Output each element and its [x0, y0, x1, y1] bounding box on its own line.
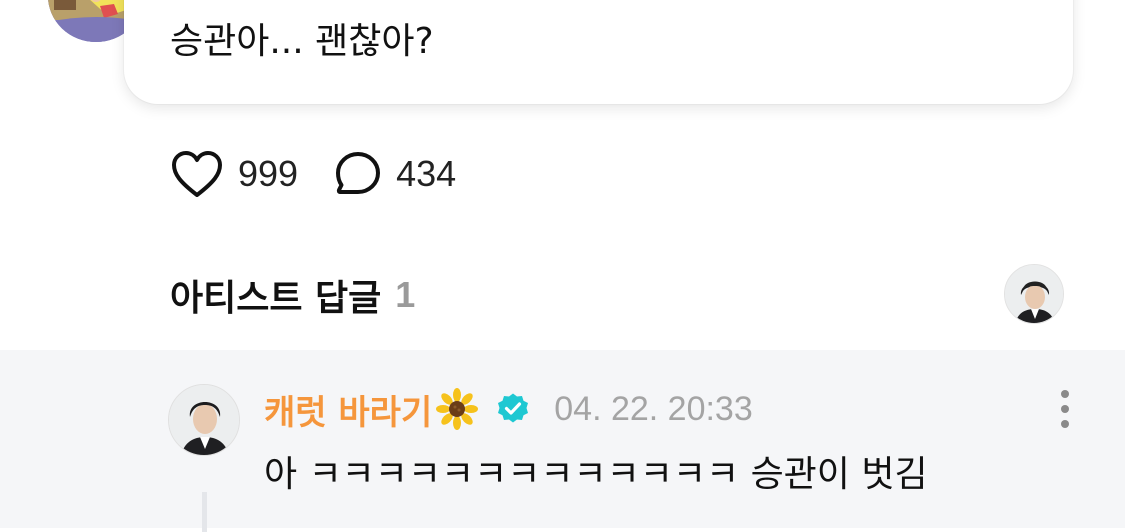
artist-replies-header: 아티스트 답글 1 [170, 270, 415, 320]
comment-button[interactable]: 434 [334, 150, 456, 198]
artist-avatar[interactable] [168, 384, 240, 456]
artist-name[interactable]: 캐럿 바라기 [264, 385, 432, 434]
comment-count: 434 [396, 153, 457, 194]
vertical-dots-icon [1059, 389, 1071, 433]
thread-line [202, 492, 207, 532]
verified-badge-icon [496, 392, 530, 426]
artist-portrait-image [1005, 265, 1063, 323]
reaction-bar: 999 434 [170, 146, 456, 202]
heart-icon [170, 149, 224, 199]
like-count: 999 [238, 153, 299, 194]
artist-replies-count: 1 [395, 274, 416, 315]
more-options-button[interactable] [1048, 388, 1082, 434]
reply-timestamp: 04. 22. 20:33 [554, 389, 753, 428]
reply-meta: 캐럿 바라기 04. 22. 20:33 [264, 384, 753, 434]
post-bubble: 승관아... 괜찮아? [124, 0, 1073, 104]
sunflower-icon [436, 388, 479, 430]
speech-bubble-icon [334, 150, 382, 198]
artist-portrait-image [169, 385, 239, 455]
like-button[interactable]: 999 [170, 149, 298, 199]
artist-avatar-small[interactable] [1004, 264, 1064, 324]
reply-text: 아 ㅋㅋㅋㅋㅋㅋㅋㅋㅋㅋㅋㅋㅋ 승관이 벗김 [264, 454, 928, 495]
artist-replies-label: 아티스트 답글 [170, 278, 382, 319]
artist-reply: 캐럿 바라기 04. 22. 20:33 아 ㅋㅋㅋㅋㅋㅋㅋㅋㅋㅋㅋㅋㅋ 승관이… [0, 350, 1125, 532]
post-text: 승관아... 괜찮아? [170, 21, 434, 62]
